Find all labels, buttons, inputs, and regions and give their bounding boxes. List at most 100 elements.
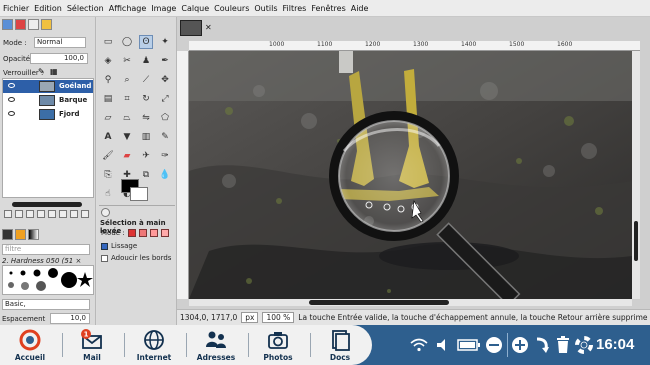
- feather-checkbox[interactable]: [101, 254, 108, 262]
- battery-icon[interactable]: [456, 334, 482, 356]
- photos-button[interactable]: Photos: [250, 325, 306, 365]
- horizontal-scrollbar[interactable]: [189, 299, 632, 306]
- airbrush-icon[interactable]: ✈: [139, 149, 153, 163]
- mail-button[interactable]: 1 Mail: [64, 325, 120, 365]
- mode-intersect-icon[interactable]: [160, 229, 169, 237]
- image-canvas[interactable]: [189, 51, 632, 299]
- visibility-eye-icon[interactable]: [8, 111, 15, 116]
- crop-icon[interactable]: ⌗: [120, 92, 134, 106]
- raise-layer-icon[interactable]: [26, 210, 34, 218]
- color-select-icon[interactable]: ◈: [101, 54, 115, 68]
- pencil-icon[interactable]: ✎: [158, 130, 172, 144]
- smudge-icon[interactable]: ☝: [101, 187, 115, 201]
- trash-icon[interactable]: [554, 334, 572, 356]
- channels-tab-icon[interactable]: [15, 19, 26, 30]
- rotate-icon[interactable]: ↻: [139, 92, 153, 106]
- lock-alpha-icon[interactable]: ▦: [50, 67, 58, 76]
- ink-icon[interactable]: ✑: [158, 149, 172, 163]
- visibility-eye-icon[interactable]: [8, 97, 15, 102]
- clone-icon[interactable]: ⎘: [101, 168, 115, 182]
- internet-button[interactable]: Internet: [126, 325, 182, 365]
- menu-aide[interactable]: Aide: [351, 4, 369, 13]
- spacing-field[interactable]: 10,0: [50, 313, 90, 324]
- zoom-icon[interactable]: ⌕: [120, 73, 134, 87]
- paths-tab-icon[interactable]: [28, 19, 39, 30]
- blend-icon[interactable]: ▥: [139, 130, 153, 144]
- brush-preset-select[interactable]: Basic,: [2, 299, 90, 310]
- mode-add-icon[interactable]: [138, 229, 147, 237]
- paths-icon[interactable]: ✒: [158, 54, 172, 68]
- feather-row[interactable]: Adoucir les bords: [101, 254, 171, 262]
- menu-calque[interactable]: Calque: [181, 4, 209, 13]
- flip-icon[interactable]: ⇋: [139, 111, 153, 125]
- mask-layer-icon[interactable]: [70, 210, 78, 218]
- duplicate-layer-icon[interactable]: [48, 210, 56, 218]
- undo-arrow-icon[interactable]: [532, 334, 552, 356]
- lower-layer-icon[interactable]: [37, 210, 45, 218]
- background-color[interactable]: [130, 187, 148, 201]
- vertical-scroll-thumb[interactable]: [634, 221, 638, 261]
- mode-replace-icon[interactable]: [127, 229, 136, 237]
- free-select-icon[interactable]: ʘ: [139, 35, 153, 49]
- layers-tab-icon[interactable]: [2, 19, 13, 30]
- shear-icon[interactable]: ▱: [101, 111, 115, 125]
- lock-pixels-icon[interactable]: ✎: [38, 67, 45, 76]
- menu-outils[interactable]: Outils: [254, 4, 277, 13]
- undo-tab-icon[interactable]: [41, 19, 52, 30]
- color-picker-icon[interactable]: ⚲: [101, 73, 115, 87]
- gradient-tab-icon[interactable]: [28, 229, 39, 240]
- rect-select-icon[interactable]: ▭: [101, 35, 115, 49]
- zoom-select[interactable]: 100 %: [262, 312, 295, 323]
- delete-layer-icon[interactable]: [81, 210, 89, 218]
- anchor-layer-icon[interactable]: [59, 210, 67, 218]
- image-tab-thumbnail[interactable]: [180, 20, 202, 36]
- layers-scrollbar[interactable]: [12, 202, 82, 207]
- smoothing-checkbox[interactable]: [101, 242, 108, 250]
- new-layer-icon[interactable]: [4, 210, 12, 218]
- menu-fichier[interactable]: Fichier: [3, 4, 29, 13]
- align-icon[interactable]: ▤: [101, 92, 115, 106]
- menu-edition[interactable]: Edition: [34, 4, 62, 13]
- visibility-eye-icon[interactable]: [8, 83, 15, 88]
- cage-icon[interactable]: ⬠: [158, 111, 172, 125]
- wifi-icon[interactable]: [408, 334, 430, 356]
- menu-couleurs[interactable]: Couleurs: [214, 4, 249, 13]
- layer-row[interactable]: Barque: [3, 94, 93, 107]
- accueil-button[interactable]: Accueil: [2, 325, 58, 365]
- brush-tab-icon[interactable]: [2, 229, 13, 240]
- volume-icon[interactable]: [434, 334, 454, 356]
- menu-image[interactable]: Image: [151, 4, 176, 13]
- menu-fenetres[interactable]: Fenêtres: [311, 4, 345, 13]
- vertical-scrollbar[interactable]: [632, 51, 640, 299]
- paintbrush-icon[interactable]: 🖌: [101, 149, 115, 163]
- text-tool-icon[interactable]: A: [101, 130, 115, 144]
- scissors-icon[interactable]: ✂: [120, 54, 134, 68]
- lifebuoy-icon[interactable]: [574, 334, 594, 356]
- opacity-field[interactable]: 100,0: [30, 53, 88, 64]
- menu-affichage[interactable]: Affichage: [109, 4, 147, 13]
- mode-select[interactable]: Normal: [34, 37, 86, 48]
- fuzzy-select-icon[interactable]: ✦: [158, 35, 172, 49]
- zoom-in-icon[interactable]: [510, 334, 530, 356]
- unit-select[interactable]: px: [241, 312, 259, 323]
- scale-icon[interactable]: ⤢: [158, 92, 172, 106]
- move-icon[interactable]: ✥: [158, 73, 172, 87]
- perspective-icon[interactable]: ⏢: [120, 111, 134, 125]
- new-group-icon[interactable]: [15, 210, 23, 218]
- layer-row[interactable]: Goéland: [3, 80, 93, 93]
- ellipse-select-icon[interactable]: ◯: [120, 35, 134, 49]
- horizontal-scroll-thumb[interactable]: [309, 300, 449, 305]
- close-icon[interactable]: ✕: [205, 23, 212, 32]
- mode-subtract-icon[interactable]: [149, 229, 158, 237]
- brush-filter-input[interactable]: filtre: [2, 244, 90, 255]
- bucket-fill-icon[interactable]: ▼: [120, 130, 134, 144]
- measure-icon[interactable]: ⟋: [139, 73, 153, 87]
- adresses-button[interactable]: Adresses: [188, 325, 244, 365]
- docs-button[interactable]: Docs: [312, 325, 368, 365]
- blur-icon[interactable]: 💧: [158, 168, 172, 182]
- foreground-select-icon[interactable]: ♟: [139, 54, 153, 68]
- zoom-out-icon[interactable]: [484, 334, 504, 356]
- brush-grid[interactable]: [2, 265, 94, 295]
- eraser-icon[interactable]: ▰: [120, 149, 134, 163]
- menu-filtres[interactable]: Filtres: [283, 4, 307, 13]
